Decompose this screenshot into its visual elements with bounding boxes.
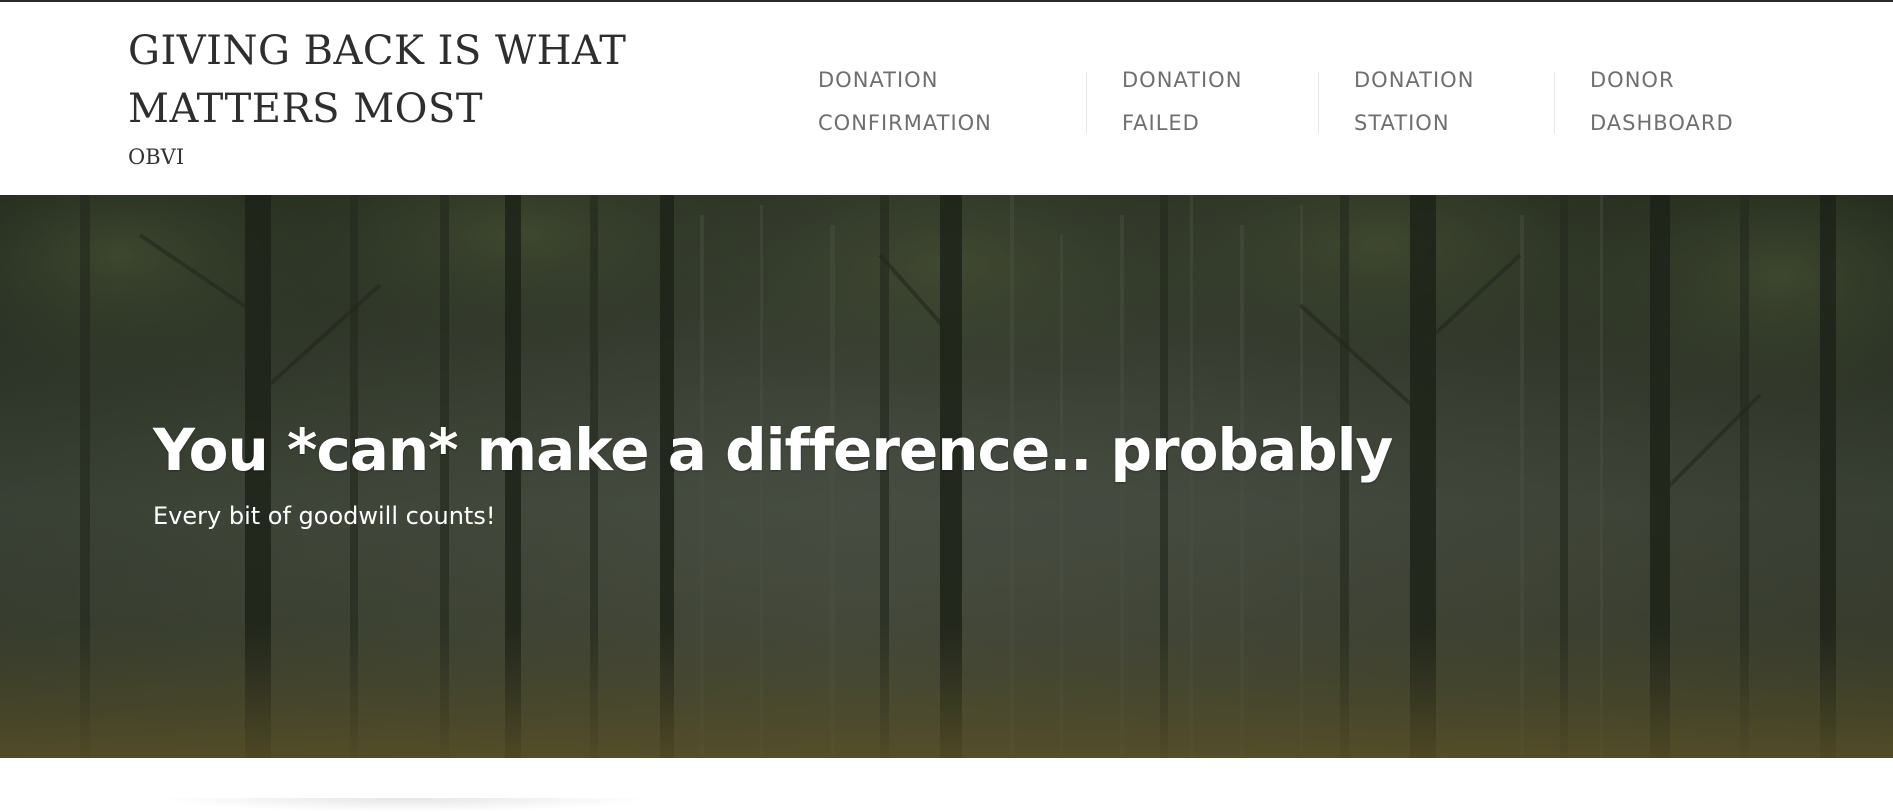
hero-content: You *can* make a difference.. probably E…: [153, 415, 1453, 533]
card-shadow: [155, 798, 655, 812]
nav-item-donation-station[interactable]: DONATION STATION: [1319, 59, 1554, 145]
nav-item-label-line-1: DONATION: [1122, 68, 1243, 92]
nav-item-label-line-2: CONFIRMATION: [818, 111, 992, 135]
site-title-line-2: MATTERS MOST: [128, 86, 484, 132]
site-header: GIVING BACK IS WHAT MATTERS MOST OBVI DO…: [0, 2, 1893, 195]
nav-item-label-line-2: FAILED: [1122, 111, 1200, 135]
nav-item-label-line-2: STATION: [1354, 111, 1450, 135]
nav-item-label-line-1: DONATION: [1354, 68, 1475, 92]
site-branding: GIVING BACK IS WHAT MATTERS MOST OBVI: [128, 22, 648, 172]
nav-item-label-line-1: DONATION: [818, 68, 939, 92]
nav-item-donation-failed[interactable]: DONATION FAILED: [1087, 59, 1318, 145]
main-navigation: DONATION CONFIRMATION DONATION FAILED DO…: [818, 62, 1790, 142]
hero-title: You *can* make a difference.. probably: [153, 416, 1393, 484]
site-title-link[interactable]: GIVING BACK IS WHAT MATTERS MOST: [128, 22, 648, 138]
hero-banner: You *can* make a difference.. probably E…: [0, 195, 1893, 758]
site-title-line-1: GIVING BACK IS WHAT: [128, 28, 627, 74]
nav-item-donation-confirmation[interactable]: DONATION CONFIRMATION: [818, 59, 1086, 145]
nav-item-label-line-2: DASHBOARD: [1590, 111, 1734, 135]
nav-item-donor-dashboard[interactable]: DONOR DASHBOARD: [1555, 59, 1790, 145]
site-tagline: OBVI: [128, 145, 185, 169]
nav-item-label-line-1: DONOR: [1590, 68, 1675, 92]
hero-subtitle: Every bit of goodwill counts!: [153, 502, 496, 530]
